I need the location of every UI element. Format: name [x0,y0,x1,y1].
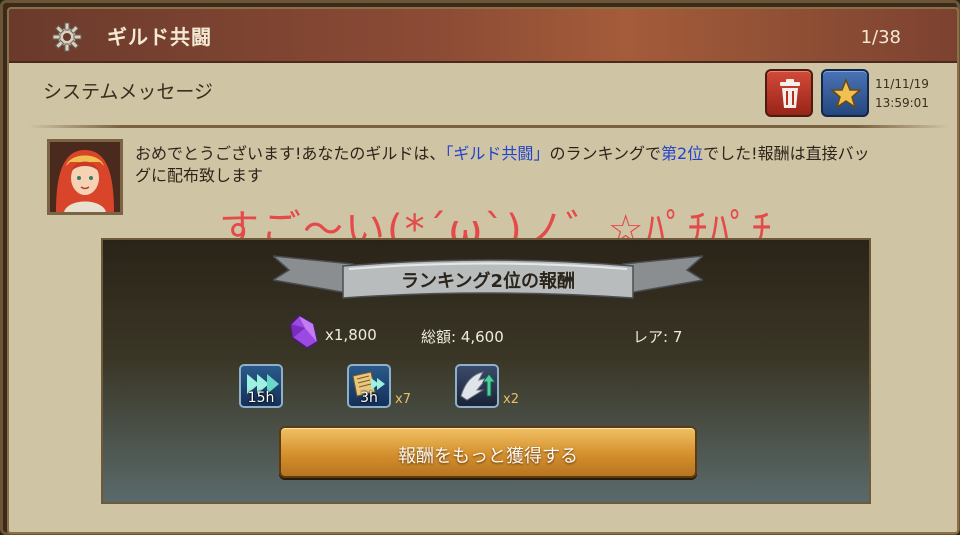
get-more-rewards-button[interactable]: 報酬をもっと獲得する [279,426,697,478]
gem-amount: x1,800 [325,326,377,344]
mail-timestamp: 11/11/19 13:59:01 [875,75,929,113]
reward-panel: ランキング2位の報酬 x1,800 総額: 4,600 レア: 7 15h 3h… [101,238,871,504]
message-text: のランキングで [549,144,661,163]
mail-window: ギルド共闘 1/38 システムメッセージ 11/11/19 13:59:01 お… [0,0,960,535]
reward-title: ランキング2位の報酬 [401,271,575,292]
event-link[interactable]: 「ギルド共闘」 [445,144,549,163]
reward-item-speedup[interactable]: 15h [239,364,283,408]
delete-button[interactable] [765,69,813,117]
header-title: ギルド共闘 [107,25,212,49]
troop-upgrade-icon [460,371,496,401]
message-text: おめでとうございます!あなたのギルドは、 [135,144,446,163]
total-value: 総額: 4,600 [421,328,504,346]
avatar [47,139,123,215]
reward-item-research-speedup[interactable]: 3h [347,364,391,408]
mail-time: 13:59:01 [875,96,929,110]
item-quantity: x2 [503,392,519,407]
mail-panel: ギルド共闘 1/38 システムメッセージ 11/11/19 13:59:01 お… [7,7,959,534]
button-label: 報酬をもっと獲得する [398,446,578,467]
gear-icon[interactable] [51,21,83,53]
star-icon [830,77,862,109]
trash-icon [780,79,800,108]
mail-header: ギルド共闘 1/38 [9,9,957,63]
item-duration: 3h [360,390,378,406]
item-quantity: x7 [395,392,411,407]
mail-date: 11/11/19 [875,77,929,91]
rarity-value: レア: 7 [633,328,683,346]
mail-subject: システムメッセージ [43,81,214,103]
divider [29,125,949,128]
favorite-button[interactable] [821,69,869,117]
item-duration: 15h [247,390,275,406]
reward-item-troop-upgrade[interactable] [455,364,499,408]
mail-message: おめでとうございます!あなたのギルドは、「ギルド共闘」のランキングで第2位でした… [135,143,871,187]
gem-icon [290,315,318,349]
page-counter: 1/38 [860,27,901,48]
rank-highlight: 第2位 [660,144,704,163]
